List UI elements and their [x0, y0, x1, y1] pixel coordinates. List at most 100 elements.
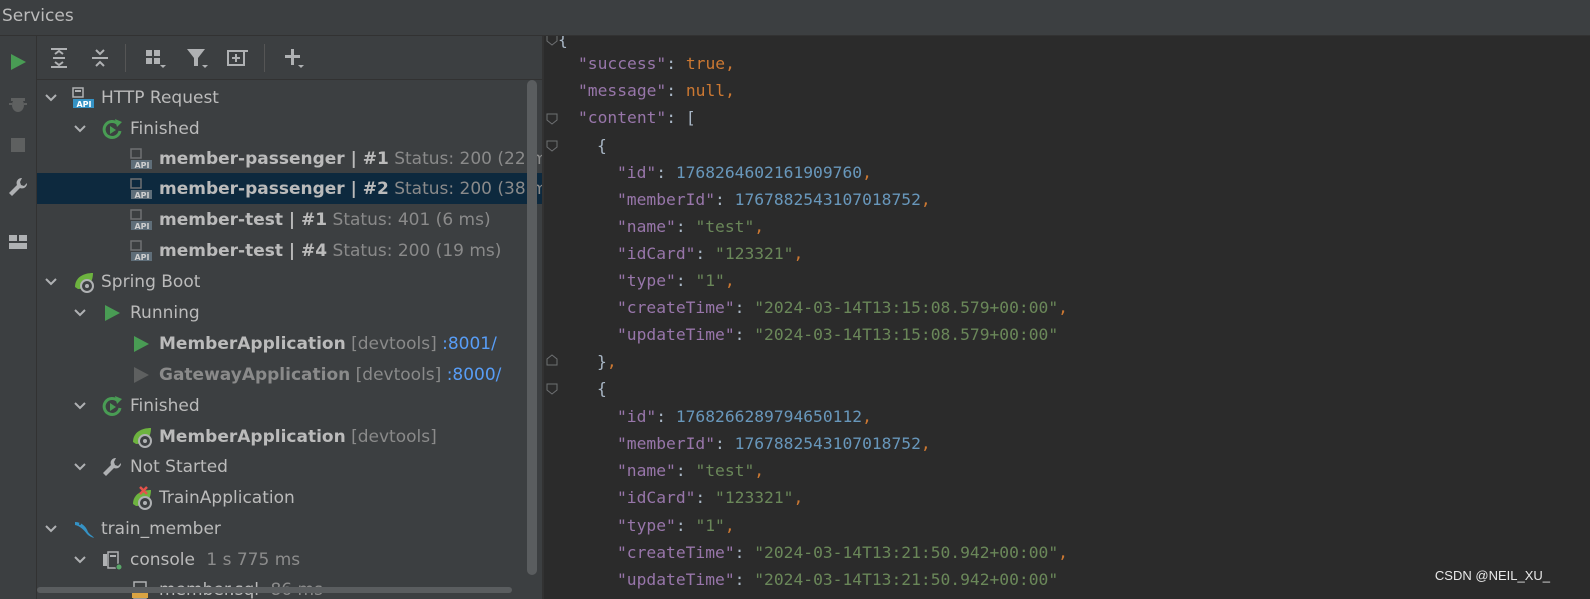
- http-request-item[interactable]: API member-test | #4 Status: 200 (19 ms): [37, 235, 527, 266]
- code-line: "type": "1",: [617, 516, 735, 535]
- run-icon: [101, 302, 123, 324]
- service-name: TrainApplication: [159, 487, 295, 508]
- code-line: "updateTime": "2024-03-14T13:15:08.579+0…: [617, 325, 1059, 344]
- response-viewer[interactable]: { "success": true, "message": null, "con…: [544, 36, 1590, 599]
- tree-node-console[interactable]: console 1 s 775 ms: [37, 544, 527, 575]
- tree-node-label: Finished: [130, 395, 200, 416]
- code-line: "memberId": 1767882543107018752,: [617, 190, 931, 209]
- filter-icon: [187, 49, 208, 68]
- service-tag: [devtools]: [355, 364, 442, 385]
- tree-node-http-request[interactable]: API HTTP Request: [37, 82, 527, 113]
- chevron-down-icon[interactable]: [72, 552, 88, 568]
- api-icon: API: [130, 147, 152, 170]
- tree-node-not-started[interactable]: Not Started: [37, 451, 527, 482]
- fold-marker-icon[interactable]: [546, 383, 558, 395]
- code-line: "id": 1768264602161909760,: [617, 163, 872, 182]
- new-group-icon: [227, 50, 248, 66]
- tree-node-finished[interactable]: Finished: [37, 390, 527, 421]
- filter-button[interactable]: [182, 43, 212, 73]
- tree-node-label: Spring Boot: [101, 271, 201, 292]
- http-request-item[interactable]: API member-passenger | #1 Status: 200 (2…: [37, 143, 543, 174]
- fold-marker-icon[interactable]: [546, 140, 558, 152]
- service-name: MemberApplication: [159, 333, 346, 354]
- request-name: member-passenger | #2: [159, 178, 389, 199]
- code-line: "content": [: [578, 108, 696, 127]
- collapse-all-button[interactable]: [85, 43, 115, 73]
- code-line: {: [597, 379, 607, 398]
- tool-window-header: Services: [0, 0, 1590, 36]
- stop-icon: [11, 138, 25, 152]
- add-service-button[interactable]: [279, 43, 309, 73]
- service-member-application[interactable]: MemberApplication [devtools] :8001/: [37, 328, 527, 359]
- api-icon: API: [72, 86, 94, 109]
- rerun-icon: [101, 118, 123, 140]
- chevron-down-icon[interactable]: [72, 459, 88, 475]
- fold-marker-icon[interactable]: [546, 36, 558, 46]
- chevron-down-icon[interactable]: [43, 90, 59, 106]
- code-line: "updateTime": "2024-03-14T13:21:50.942+0…: [617, 570, 1059, 589]
- expand-all-icon: [51, 48, 67, 68]
- new-group-button[interactable]: [223, 43, 253, 73]
- spring-boot-icon: [72, 271, 94, 293]
- chevron-down-icon[interactable]: [72, 398, 88, 414]
- tree-node-running[interactable]: Running: [37, 297, 527, 328]
- service-train-application[interactable]: TrainApplication: [37, 482, 527, 513]
- tree-node-train-member[interactable]: train_member: [37, 513, 527, 544]
- stop-button[interactable]: [4, 131, 32, 159]
- configure-button[interactable]: [4, 173, 32, 201]
- http-request-item[interactable]: API member-test | #1 Status: 401 (6 ms): [37, 204, 527, 235]
- request-name: member-test | #4: [159, 240, 328, 261]
- http-request-item-selected[interactable]: API member-passenger | #2 Status: 200 (3…: [37, 173, 543, 204]
- tree-node-label: Running: [130, 302, 200, 323]
- tree-node-label: Finished: [130, 118, 200, 139]
- svg-text:API: API: [134, 253, 149, 262]
- layout-button[interactable]: [4, 228, 32, 256]
- tree-vertical-scrollbar[interactable]: [527, 80, 537, 575]
- tree-node-finished[interactable]: Finished: [37, 113, 527, 144]
- group-icon: [146, 50, 166, 68]
- code-line: {: [558, 36, 568, 49]
- svg-text:API: API: [134, 222, 149, 231]
- debug-button[interactable]: [4, 90, 32, 118]
- chevron-down-icon[interactable]: [43, 274, 59, 290]
- code-line: "name": "test",: [617, 461, 765, 480]
- run-icon: [130, 333, 152, 355]
- svg-text:API: API: [76, 100, 91, 109]
- code-line: {: [597, 136, 607, 155]
- request-status: Status: 200 (22 ms): [394, 148, 543, 169]
- spring-boot-error-icon: [130, 485, 152, 510]
- run-icon: [11, 54, 26, 70]
- service-port-link[interactable]: :8001/: [442, 334, 497, 354]
- service-port-link[interactable]: :8000/: [447, 365, 502, 385]
- fold-marker-icon[interactable]: [546, 113, 558, 125]
- tree-node-spring-boot[interactable]: Spring Boot: [37, 266, 527, 297]
- code-line: "type": "1",: [617, 271, 735, 290]
- group-by-button[interactable]: [140, 43, 170, 73]
- request-name: member-test | #1: [159, 209, 328, 230]
- api-icon: API: [130, 177, 152, 200]
- chevron-down-icon[interactable]: [72, 305, 88, 321]
- layout-icon: [9, 235, 27, 249]
- chevron-down-icon[interactable]: [72, 121, 88, 137]
- fold-end-marker-icon[interactable]: [546, 354, 558, 366]
- service-member-application-finished[interactable]: MemberApplication [devtools]: [37, 421, 527, 452]
- request-name: member-passenger | #1: [159, 148, 389, 169]
- svg-text:API: API: [134, 161, 149, 170]
- code-line: "createTime": "2024-03-14T13:21:50.942+0…: [617, 543, 1068, 562]
- toolbar-separator: [264, 44, 265, 72]
- tree-node-label: HTTP Request: [101, 87, 219, 108]
- tree-node-label: Not Started: [130, 456, 228, 477]
- code-line: "createTime": "2024-03-14T13:15:08.579+0…: [617, 298, 1068, 317]
- wrench-icon: [101, 456, 123, 478]
- tree-horizontal-scrollbar[interactable]: [37, 587, 512, 593]
- expand-all-button[interactable]: [44, 43, 74, 73]
- chevron-down-icon[interactable]: [43, 521, 59, 537]
- service-tag: [devtools]: [351, 426, 437, 447]
- spring-boot-icon: [130, 426, 152, 448]
- run-button[interactable]: [4, 48, 32, 76]
- code-line: "memberId": 1767882543107018752,: [617, 434, 931, 453]
- rerun-icon: [101, 395, 123, 417]
- api-icon: API: [130, 208, 152, 231]
- service-gateway-application[interactable]: GatewayApplication [devtools] :8000/: [37, 359, 527, 390]
- watermark: CSDN @NEIL_XU_: [1434, 568, 1550, 583]
